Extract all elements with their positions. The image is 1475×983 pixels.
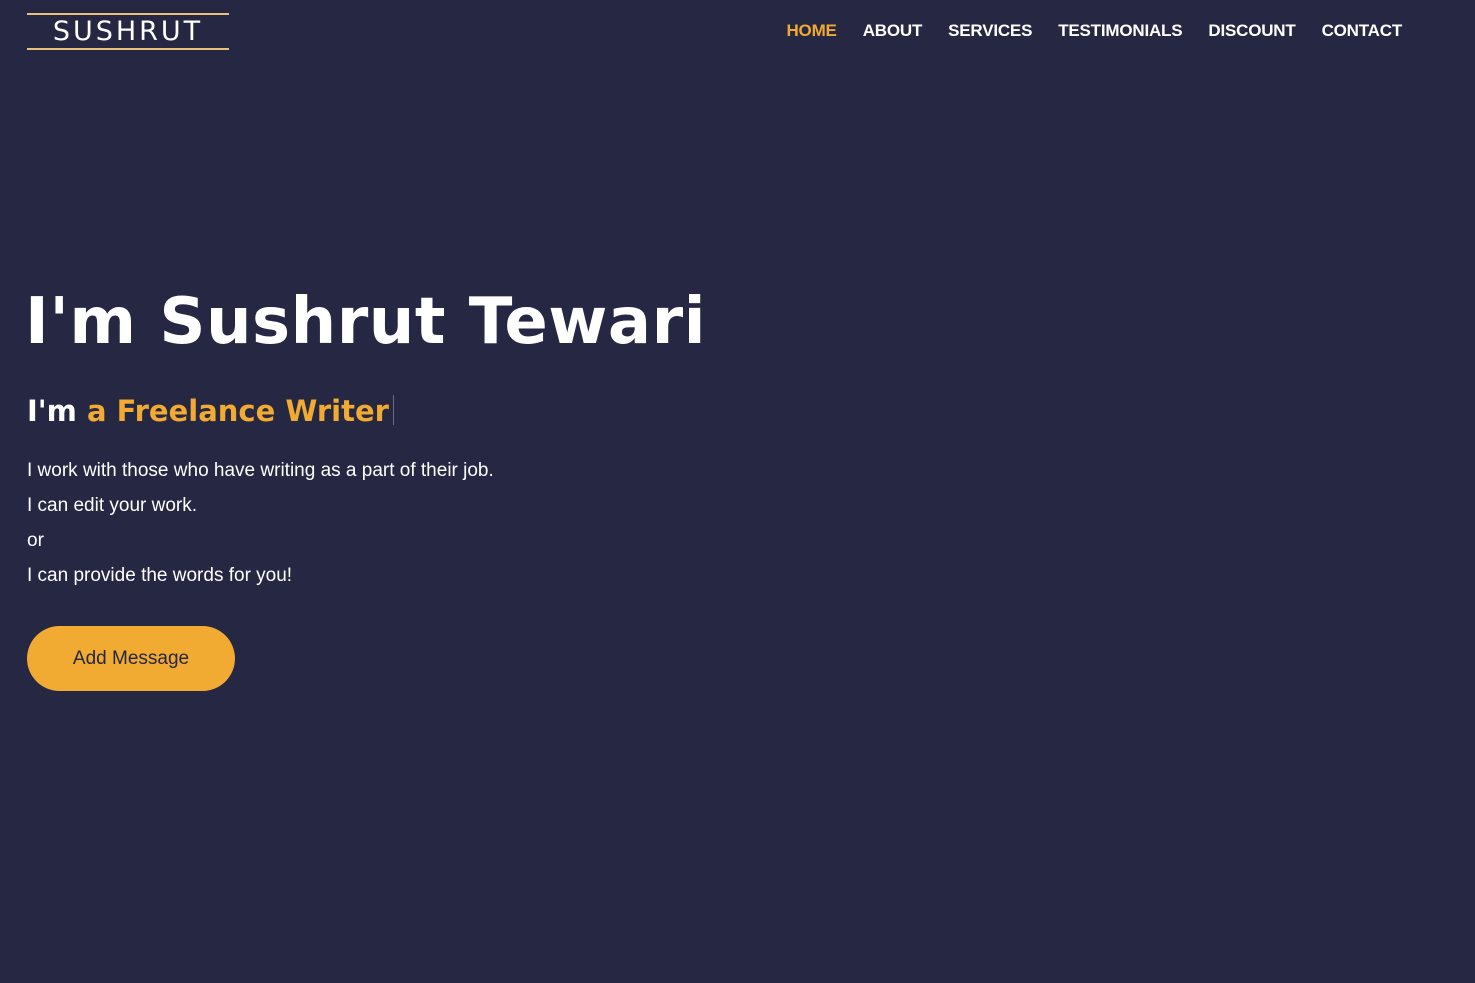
add-message-button[interactable]: Add Message bbox=[27, 626, 235, 691]
typed-role-text: a Freelance Writer bbox=[87, 394, 389, 428]
hero-description: I work with those who have writing as a … bbox=[27, 453, 494, 593]
description-line: I work with those who have writing as a … bbox=[27, 460, 494, 481]
site-logo[interactable]: SUSHRUT bbox=[27, 13, 229, 50]
description-line: I can provide the words for you! bbox=[27, 565, 293, 586]
nav-item-testimonials[interactable]: TESTIMONIALS bbox=[1058, 19, 1182, 43]
nav-item-home[interactable]: HOME bbox=[786, 19, 836, 43]
nav-item-contact[interactable]: CONTACT bbox=[1322, 19, 1403, 43]
main-nav: HOME ABOUT SERVICES TESTIMONIALS DISCOUN… bbox=[760, 19, 1402, 43]
subtitle-prefix: I'm bbox=[27, 394, 77, 428]
page: SUSHRUT HOME ABOUT SERVICES TESTIMONIALS… bbox=[0, 0, 1475, 983]
typing-cursor bbox=[392, 395, 394, 425]
logo-text: SUSHRUT bbox=[52, 16, 204, 47]
description-line: I can edit your work. bbox=[27, 495, 198, 516]
hero-subtitle: I'm a Freelance Writer bbox=[27, 390, 394, 432]
hero-title: I'm Sushrut Tewari bbox=[25, 285, 707, 359]
nav-item-discount[interactable]: DISCOUNT bbox=[1208, 19, 1295, 43]
nav-item-services[interactable]: SERVICES bbox=[948, 19, 1032, 43]
nav-item-about[interactable]: ABOUT bbox=[863, 19, 923, 43]
description-line: or bbox=[27, 530, 44, 551]
